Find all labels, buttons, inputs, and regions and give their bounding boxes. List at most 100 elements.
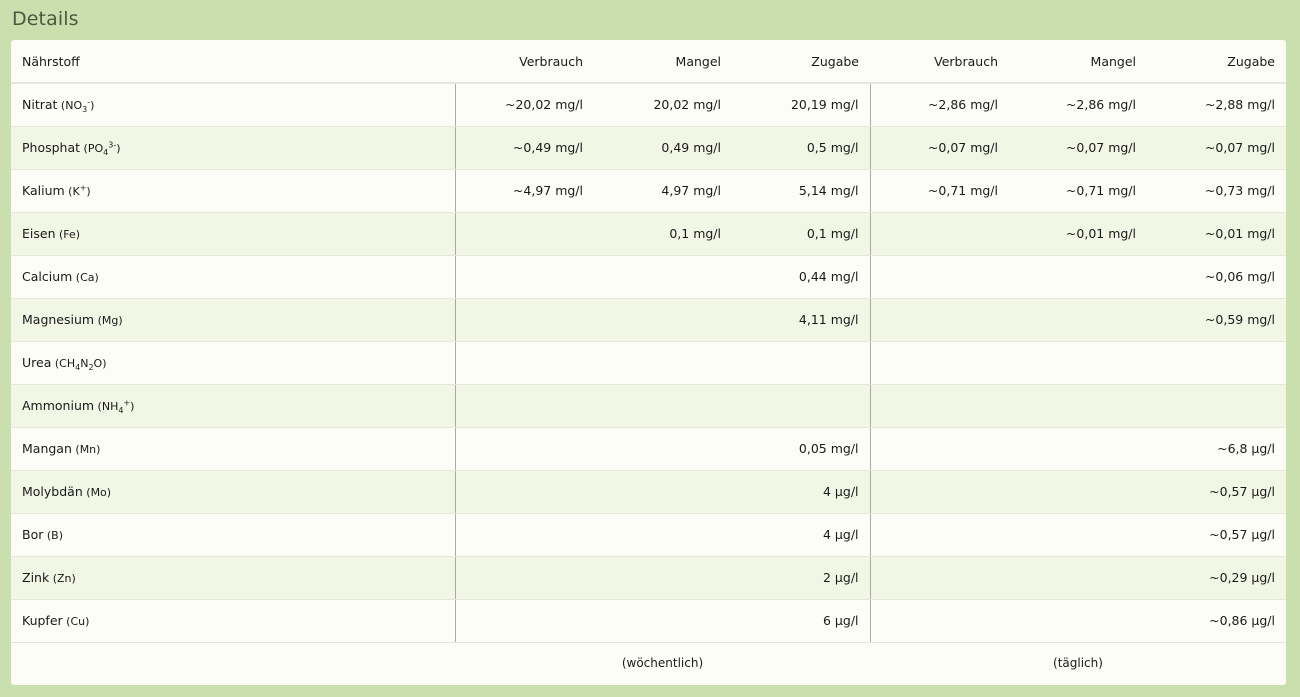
mangel-weekly-cell: 0,1 mg/l bbox=[594, 212, 732, 256]
formula-part: - bbox=[87, 97, 91, 107]
zugabe-daily-cell bbox=[1147, 341, 1286, 385]
mangel-daily-cell bbox=[1009, 255, 1147, 299]
chemical-formula: (Mo) bbox=[82, 486, 112, 499]
formula-part: 4 bbox=[118, 406, 124, 416]
nutrient-name-cell: Bor (B) bbox=[11, 513, 455, 557]
verbrauch-daily-cell bbox=[869, 298, 1009, 342]
nutrient-name-cell: Kalium (K+) bbox=[11, 169, 455, 213]
zugabe-weekly-cell: 6 µg/l bbox=[732, 599, 870, 643]
nutrient-name-cell: Zink (Zn) bbox=[11, 556, 455, 600]
header-verbrauch-daily: Verbrauch bbox=[870, 40, 1009, 84]
footer-daily: (täglich) bbox=[1053, 656, 1103, 671]
verbrauch-daily-cell: ~0,71 mg/l bbox=[869, 169, 1009, 213]
verbrauch-daily-cell: ~2,86 mg/l bbox=[869, 83, 1009, 127]
table-row: Calcium (Ca) 0,44 mg/l ~0,06 mg/l bbox=[11, 255, 1286, 299]
header-row: Nährstoff Verbrauch Mangel Zugabe Verbra… bbox=[11, 40, 1286, 84]
mangel-weekly-cell: 20,02 mg/l bbox=[594, 83, 732, 127]
formula-part: 3- bbox=[108, 140, 117, 150]
nutrient-name-cell: Kupfer (Cu) bbox=[11, 599, 455, 643]
mangel-daily-cell bbox=[1009, 556, 1147, 600]
mangel-weekly-cell: 0,49 mg/l bbox=[594, 126, 732, 170]
verbrauch-weekly-cell bbox=[454, 427, 594, 471]
zugabe-daily-cell: ~2,88 mg/l bbox=[1147, 83, 1286, 127]
chemical-formula: (K+) bbox=[64, 183, 91, 198]
table-row: Kupfer (Cu) 6 µg/l ~0,86 µg/l bbox=[11, 599, 1286, 643]
formula-part: 4 bbox=[103, 148, 109, 158]
zugabe-weekly-cell: 5,14 mg/l bbox=[732, 169, 870, 213]
formula-part: NO bbox=[65, 99, 83, 113]
nutrient-name-cell: Phosphat (PO43-) bbox=[11, 126, 455, 170]
mangel-weekly-cell bbox=[594, 513, 732, 557]
zugabe-weekly-cell: 0,05 mg/l bbox=[732, 427, 870, 471]
nutrient-name-cell: Eisen (Fe) bbox=[11, 212, 455, 256]
nutrient-name: Urea bbox=[22, 355, 52, 370]
verbrauch-weekly-cell bbox=[454, 212, 594, 256]
table-row: Bor (B) 4 µg/l ~0,57 µg/l bbox=[11, 513, 1286, 557]
formula-part: + bbox=[79, 183, 87, 193]
mangel-daily-cell: ~0,01 mg/l bbox=[1009, 212, 1147, 256]
table-row: Ammonium (NH4+) bbox=[11, 384, 1286, 428]
chemical-formula: (PO43-) bbox=[80, 140, 121, 158]
verbrauch-daily-cell bbox=[869, 556, 1009, 600]
formula-part: O bbox=[93, 357, 103, 370]
verbrauch-weekly-cell: ~0,49 mg/l bbox=[454, 126, 594, 170]
mangel-weekly-cell bbox=[594, 341, 732, 385]
formula-part: K bbox=[72, 185, 80, 198]
formula-part: Mg bbox=[101, 314, 119, 327]
mangel-weekly-cell bbox=[594, 599, 732, 643]
zugabe-weekly-cell: 0,44 mg/l bbox=[732, 255, 870, 299]
nutrient-name: Calcium bbox=[22, 269, 73, 284]
nutrient-name: Molybdän bbox=[22, 484, 83, 499]
formula-part: Cu bbox=[70, 615, 86, 628]
chemical-formula: (Cu) bbox=[62, 615, 90, 628]
zugabe-weekly-cell: 4 µg/l bbox=[732, 470, 870, 514]
mangel-daily-cell bbox=[1009, 513, 1147, 557]
verbrauch-weekly-cell bbox=[454, 556, 594, 600]
verbrauch-weekly-cell bbox=[454, 384, 594, 428]
nutrient-name-cell: Ammonium (NH4+) bbox=[11, 384, 455, 428]
verbrauch-daily-cell bbox=[869, 470, 1009, 514]
verbrauch-daily-cell bbox=[869, 341, 1009, 385]
nutrient-name-cell: Mangan (Mn) bbox=[11, 427, 455, 471]
nutrient-name-cell: Nitrat (NO3-) bbox=[11, 83, 455, 127]
zugabe-daily-cell: ~0,57 µg/l bbox=[1147, 513, 1286, 557]
chemical-formula: (Mg) bbox=[94, 314, 123, 327]
table-row: Kalium (K+) ~4,97 mg/l 4,97 mg/l 5,14 mg/l ~… bbox=[11, 169, 1286, 213]
mangel-weekly-cell bbox=[594, 298, 732, 342]
chemical-formula: (Mn) bbox=[71, 443, 101, 456]
zugabe-weekly-cell: 0,5 mg/l bbox=[732, 126, 870, 170]
verbrauch-weekly-cell bbox=[454, 599, 594, 643]
zugabe-weekly-cell bbox=[732, 341, 870, 385]
nutrient-name: Bor bbox=[22, 527, 44, 542]
mangel-daily-cell: ~2,86 mg/l bbox=[1009, 83, 1147, 127]
zugabe-daily-cell: ~0,06 mg/l bbox=[1147, 255, 1286, 299]
mangel-weekly-cell: 4,97 mg/l bbox=[594, 169, 732, 213]
nutrient-name: Nitrat bbox=[22, 97, 58, 113]
header-mangel-daily: Mangel bbox=[1009, 40, 1147, 84]
verbrauch-daily-cell bbox=[869, 255, 1009, 299]
nutrient-name: Ammonium bbox=[22, 398, 95, 413]
chemical-formula: (CH4N2O) bbox=[51, 357, 107, 373]
table-row: Molybdän (Mo) 4 µg/l ~0,57 µg/l bbox=[11, 470, 1286, 514]
formula-part: Fe bbox=[63, 228, 76, 241]
nutrient-name: Phosphat bbox=[22, 140, 81, 155]
chemical-formula: (NO3-) bbox=[57, 97, 95, 115]
formula-part: Ca bbox=[80, 271, 95, 284]
mangel-weekly-cell bbox=[594, 384, 732, 428]
zugabe-daily-cell bbox=[1147, 384, 1286, 428]
verbrauch-weekly-cell bbox=[454, 255, 594, 299]
formula-part: NH bbox=[101, 400, 119, 413]
nutrient-name: Magnesium bbox=[22, 312, 95, 327]
mangel-weekly-cell bbox=[594, 255, 732, 299]
footer-row: (wöchentlich) (täglich) bbox=[11, 642, 1286, 684]
nutrient-name: Kupfer bbox=[22, 613, 63, 628]
table-row: Magnesium (Mg) 4,11 mg/l ~0,59 mg/l bbox=[11, 298, 1286, 342]
table-row: Phosphat (PO43-) ~0,49 mg/l 0,49 mg/l 0,5 m… bbox=[11, 126, 1286, 170]
verbrauch-weekly-cell bbox=[454, 341, 594, 385]
verbrauch-weekly-cell: ~4,97 mg/l bbox=[454, 169, 594, 213]
verbrauch-daily-cell bbox=[869, 513, 1009, 557]
mangel-daily-cell: ~0,07 mg/l bbox=[1009, 126, 1147, 170]
mangel-weekly-cell bbox=[594, 470, 732, 514]
verbrauch-weekly-cell: ~20,02 mg/l bbox=[454, 83, 594, 127]
zugabe-weekly-cell: 4,11 mg/l bbox=[732, 298, 870, 342]
